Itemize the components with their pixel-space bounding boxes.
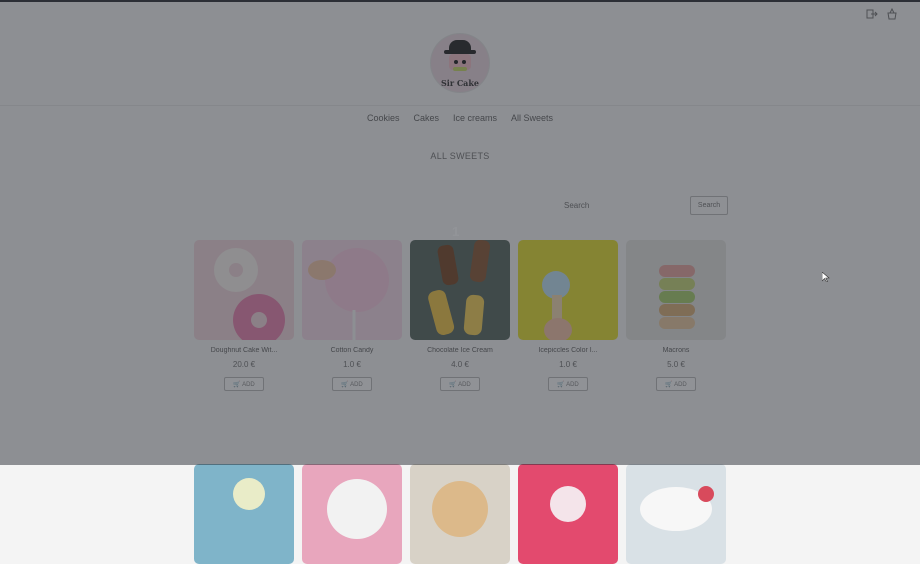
logo-badge: Sir Cake <box>431 34 489 92</box>
product-price: 20.0 € <box>232 360 256 369</box>
product-card[interactable] <box>302 464 402 564</box>
add-to-cart-button[interactable]: 🛒 ADD <box>548 377 588 391</box>
product-card[interactable]: Macrons 5.0 € 🛒 ADD <box>626 240 726 391</box>
cart-icon: 🛒 <box>449 381 457 388</box>
product-image[interactable] <box>194 464 294 564</box>
product-image-doughnut[interactable] <box>194 240 294 340</box>
product-image[interactable] <box>410 464 510 564</box>
add-button-label: ADD <box>242 381 255 388</box>
header-actions <box>866 7 898 20</box>
search-input[interactable] <box>560 197 693 214</box>
top-border <box>0 0 920 2</box>
product-name[interactable]: Cotton Candy <box>302 347 402 354</box>
product-card[interactable]: Chocolate Ice Cream 4.0 € 🛒 ADD <box>410 240 510 391</box>
product-image-ice-popsicle[interactable] <box>518 240 618 340</box>
product-card[interactable]: Doughnut Cake Wit... 20.0 € 🛒 ADD <box>194 240 294 391</box>
basket-icon[interactable] <box>886 7 898 20</box>
product-card[interactable] <box>194 464 294 564</box>
nav-all-sweets[interactable]: All Sweets <box>511 113 553 123</box>
header-divider <box>0 105 920 106</box>
site-logo[interactable]: Sir Cake <box>418 28 502 98</box>
product-image[interactable] <box>518 464 618 564</box>
cart-icon: 🛒 <box>665 381 673 388</box>
product-name[interactable]: Macrons <box>626 347 726 354</box>
product-price: 5.0 € <box>667 360 685 369</box>
product-grid: Doughnut Cake Wit... 20.0 € 🛒 ADD Cotton… <box>194 240 734 564</box>
nav-cookies[interactable]: Cookies <box>367 113 400 123</box>
add-button-label: ADD <box>350 381 363 388</box>
nav-cakes[interactable]: Cakes <box>413 113 439 123</box>
product-image[interactable] <box>302 464 402 564</box>
product-price: 1.0 € <box>343 360 361 369</box>
search-button[interactable]: Search <box>690 196 728 215</box>
product-price: 1.0 € <box>559 360 577 369</box>
product-image-cotton-candy[interactable] <box>302 240 402 340</box>
add-button-label: ADD <box>566 381 579 388</box>
logo-text: Sir Cake <box>441 78 479 88</box>
add-to-cart-button[interactable]: 🛒 ADD <box>656 377 696 391</box>
product-card[interactable] <box>410 464 510 564</box>
product-name[interactable]: Icepiccles Color I... <box>518 347 618 354</box>
mouse-cursor-icon <box>821 267 830 283</box>
add-to-cart-button[interactable]: 🛒 ADD <box>440 377 480 391</box>
login-icon[interactable] <box>866 8 878 20</box>
add-to-cart-button[interactable]: 🛒 ADD <box>224 377 264 391</box>
cart-icon: 🛒 <box>557 381 565 388</box>
product-card[interactable] <box>518 464 618 564</box>
main-nav: Cookies Cakes Ice creams All Sweets <box>0 113 920 123</box>
add-button-label: ADD <box>674 381 687 388</box>
product-card[interactable] <box>626 464 726 564</box>
product-card[interactable]: Cotton Candy 1.0 € 🛒 ADD <box>302 240 402 391</box>
product-image-macarons[interactable] <box>626 240 726 340</box>
product-image[interactable] <box>626 464 726 564</box>
logo-eye-right <box>462 60 466 64</box>
page-number: 1 <box>452 224 460 239</box>
product-name[interactable]: Doughnut Cake Wit... <box>194 347 294 354</box>
logo-eye-left <box>454 60 458 64</box>
cart-icon: 🛒 <box>341 381 349 388</box>
product-name[interactable]: Chocolate Ice Cream <box>410 347 510 354</box>
nav-ice-creams[interactable]: Ice creams <box>453 113 497 123</box>
product-card[interactable]: Icepiccles Color I... 1.0 € 🛒 ADD <box>518 240 618 391</box>
add-to-cart-button[interactable]: 🛒 ADD <box>332 377 372 391</box>
page-title: ALL SWEETS <box>430 151 490 161</box>
product-price: 4.0 € <box>451 360 469 369</box>
cart-icon: 🛒 <box>233 381 241 388</box>
product-image-chocolate-ice-cream[interactable] <box>410 240 510 340</box>
add-button-label: ADD <box>458 381 471 388</box>
mustache-icon <box>453 67 467 71</box>
